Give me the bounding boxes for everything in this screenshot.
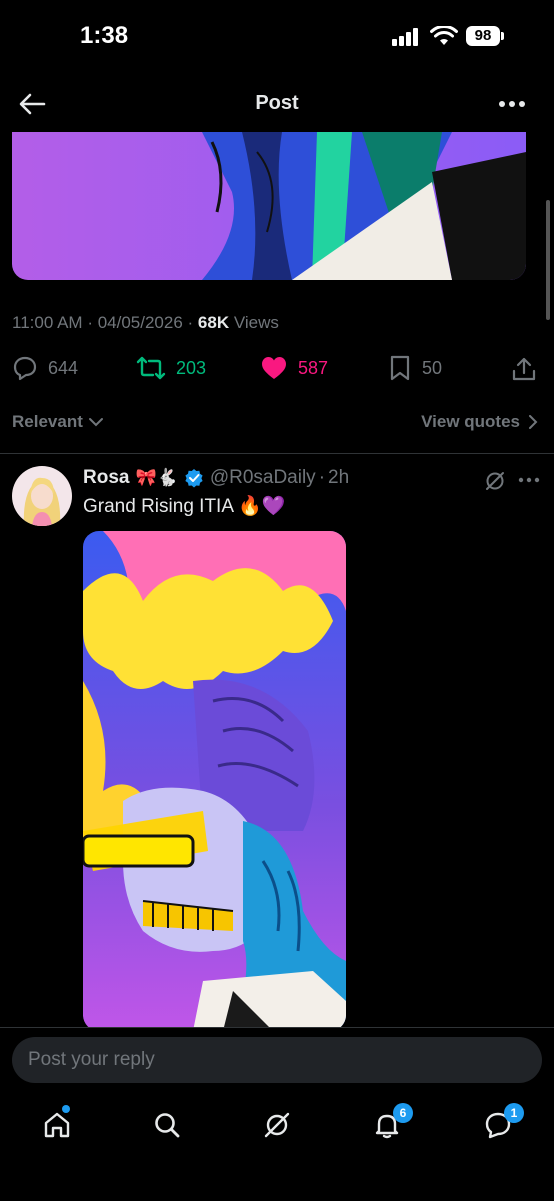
reply-button[interactable]: 644 bbox=[12, 354, 78, 382]
battery-indicator: 98 bbox=[466, 26, 500, 46]
post-image[interactable] bbox=[12, 132, 526, 280]
page-title: Post bbox=[255, 92, 299, 114]
post-date: 04/05/2026 bbox=[97, 313, 183, 332]
reply-time: 2h bbox=[328, 467, 350, 488]
repost-button[interactable]: 203 bbox=[136, 354, 206, 382]
reply-author-name[interactable]: Rosa bbox=[83, 467, 129, 489]
repost-count: 203 bbox=[176, 357, 207, 378]
notifications-badge: 6 bbox=[393, 1103, 413, 1123]
messages-badge: 1 bbox=[504, 1103, 524, 1123]
name-emoji: 🎀🐇 bbox=[135, 468, 178, 487]
meta-separator: · bbox=[187, 313, 198, 332]
wifi-icon bbox=[430, 26, 458, 45]
back-arrow-icon[interactable] bbox=[18, 92, 46, 116]
reply-header: Rosa 🎀🐇 @R0saDaily · 2h bbox=[83, 467, 349, 489]
sort-label: Relevant bbox=[12, 412, 83, 431]
reply-text: Grand Rising ITIA 🔥💜 bbox=[83, 496, 286, 517]
views-label: Views bbox=[233, 313, 279, 332]
meta-separator: · bbox=[87, 313, 98, 332]
repost-icon bbox=[136, 356, 166, 380]
reply-input[interactable] bbox=[12, 1037, 542, 1083]
bookmark-count: 50 bbox=[422, 357, 443, 378]
bookmark-button[interactable]: 50 bbox=[388, 354, 442, 382]
home-icon[interactable] bbox=[42, 1110, 72, 1140]
more-options-icon[interactable] bbox=[498, 100, 526, 108]
verified-badge-icon bbox=[185, 469, 203, 488]
avatar[interactable] bbox=[12, 466, 72, 526]
reply-count: 644 bbox=[48, 357, 79, 378]
battery-cap bbox=[501, 32, 504, 40]
home-unread-dot bbox=[62, 1105, 70, 1113]
divider bbox=[0, 453, 554, 454]
view-quotes-label: View quotes bbox=[421, 412, 520, 431]
grok-icon[interactable] bbox=[484, 470, 506, 492]
bookmark-icon bbox=[390, 355, 410, 381]
search-icon[interactable] bbox=[152, 1110, 182, 1140]
chevron-right-icon bbox=[529, 415, 538, 429]
scrollbar[interactable] bbox=[546, 200, 550, 320]
like-button[interactable]: 587 bbox=[260, 354, 328, 382]
post-meta: 11:00 AM · 04/05/2026 · 68K Views bbox=[12, 313, 279, 333]
like-count: 587 bbox=[298, 357, 329, 378]
reply-image[interactable] bbox=[83, 531, 346, 1031]
views-count: 68K bbox=[197, 313, 230, 332]
reply-more-icon[interactable] bbox=[518, 477, 540, 483]
share-icon[interactable] bbox=[511, 356, 537, 382]
post-time: 11:00 AM bbox=[12, 313, 83, 332]
reply-icon bbox=[13, 356, 37, 381]
status-time: 1:38 bbox=[80, 22, 129, 49]
reply-handle[interactable]: @R0saDaily bbox=[210, 467, 316, 489]
sort-dropdown[interactable]: Relevant bbox=[12, 412, 104, 432]
grok-nav-icon[interactable] bbox=[262, 1110, 292, 1140]
signal-icon bbox=[392, 28, 422, 46]
heart-icon bbox=[262, 357, 286, 379]
chevron-down-icon bbox=[88, 418, 103, 427]
view-quotes-link[interactable]: View quotes bbox=[421, 412, 540, 432]
handle-separator: · bbox=[318, 467, 326, 488]
